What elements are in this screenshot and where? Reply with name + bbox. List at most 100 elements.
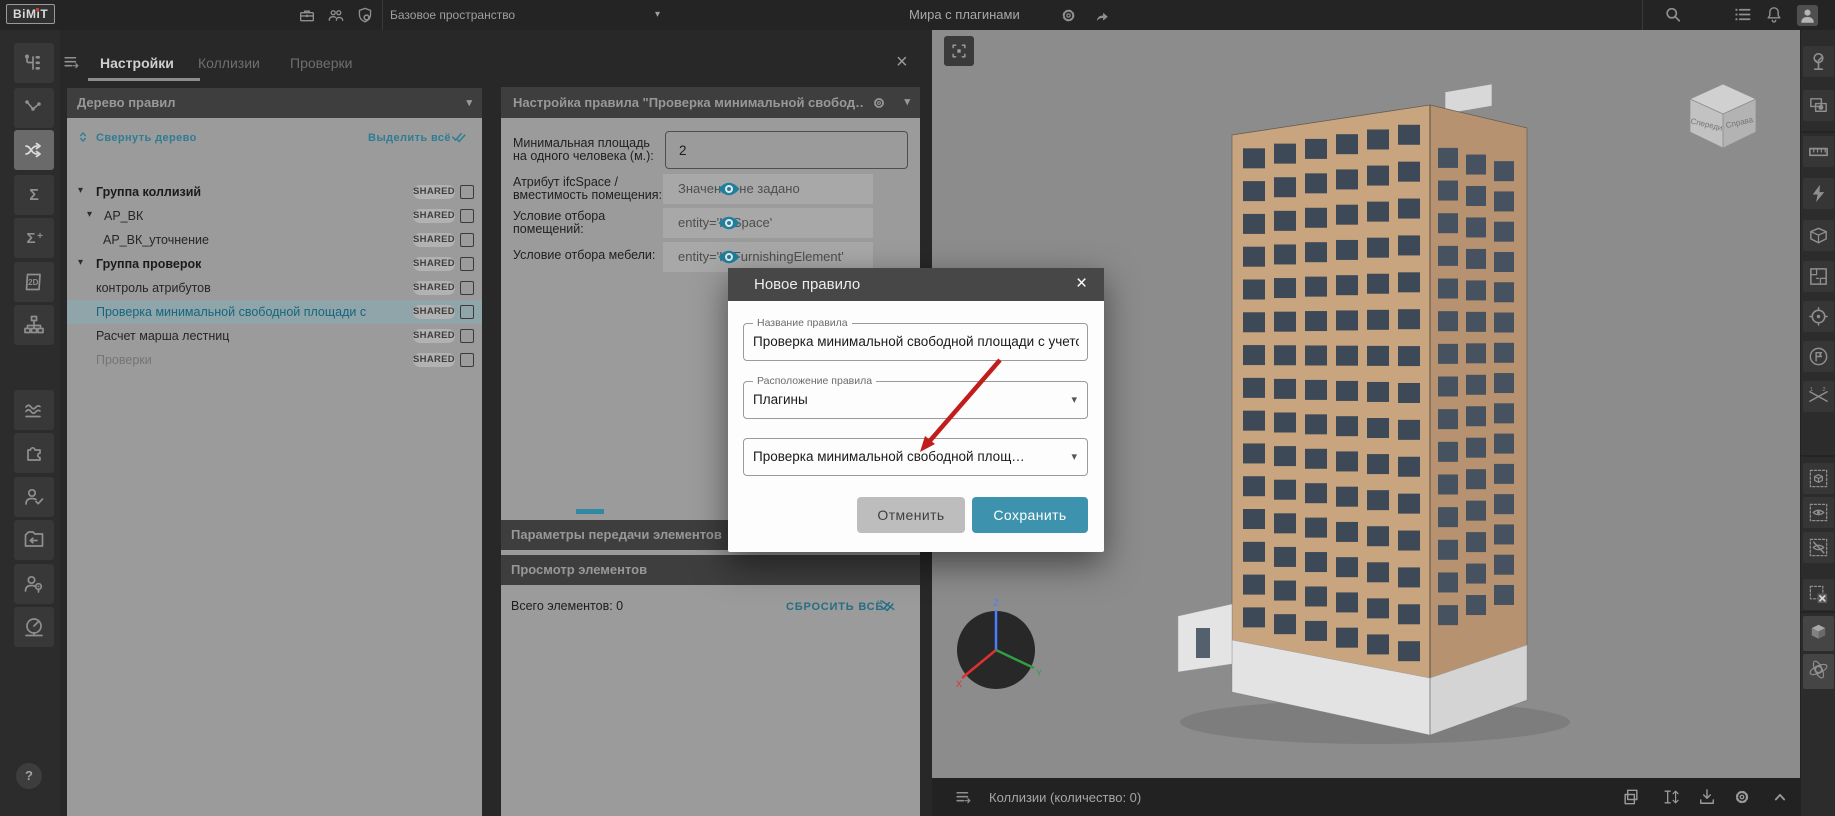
rule-location-select[interactable]: Расположение правила Плагины ▾ (743, 381, 1088, 419)
toolbar-button-user-location[interactable] (14, 564, 54, 604)
toolbar-button-waves-chart[interactable] (14, 390, 54, 430)
view-tool-selection-copy[interactable] (1803, 90, 1834, 121)
dashed-cube-icon[interactable] (1807, 467, 1830, 490)
view-tool-target[interactable] (1803, 301, 1834, 332)
toolbar-button-user-check[interactable] (14, 477, 54, 517)
tree-row-label[interactable]: Группа коллизий (96, 185, 201, 199)
tree-row-label[interactable]: АР_ВК (104, 209, 143, 223)
view-tool-section-cube[interactable] (1803, 220, 1834, 251)
expand-caret-icon[interactable]: ▾ (78, 185, 83, 196)
reset-all-link[interactable]: СБРОСИТЬ ВСЁ (786, 601, 884, 613)
eye-icon[interactable] (717, 214, 741, 232)
toolbar-button-2d-view[interactable]: 2D (14, 262, 54, 302)
dashed-clear-icon[interactable] (1807, 583, 1830, 606)
row-checkbox[interactable] (460, 185, 474, 199)
view-tool-axes[interactable]: 12 (1803, 381, 1834, 412)
view-tool-dashed-eye-off[interactable] (1803, 532, 1834, 563)
rule-settings-header[interactable]: Настройка правила "Проверка минимальной … (501, 87, 920, 118)
tree-row[interactable]: ▾Группа проверокSHARED (67, 252, 482, 276)
view-tool-ruler[interactable] (1803, 136, 1834, 167)
shuffle-icon[interactable] (22, 138, 46, 162)
shield-gear-icon[interactable] (355, 6, 375, 25)
toolbar-button-sigma-plus[interactable]: Σ+ (14, 218, 54, 258)
user-location-icon[interactable] (22, 572, 46, 596)
view-tool-flash[interactable] (1803, 178, 1834, 209)
workspace-selector[interactable]: Базовое пространство (390, 0, 515, 30)
view-tool-dashed-eye[interactable] (1803, 497, 1834, 528)
rule-name-value[interactable]: Проверка минимальной свободной площади с… (753, 324, 1079, 360)
dashed-eye-off-icon[interactable] (1807, 536, 1830, 559)
copy-icon[interactable] (1621, 787, 1641, 807)
nature-icon[interactable] (1807, 50, 1830, 73)
tree-row-label[interactable]: Расчет марша лестниц (96, 329, 229, 343)
space-filter-value[interactable]: entity='IfcSpace' (663, 208, 873, 238)
rules-tree-header[interactable]: Дерево правил ▾ (67, 88, 482, 118)
panel-menu-icon[interactable] (62, 53, 81, 72)
tree-row[interactable]: ▾АР_ВКSHARED (67, 204, 482, 228)
view-elements-header[interactable]: Просмотр элементов (501, 555, 920, 585)
flag-icon[interactable] (1807, 345, 1830, 368)
tree-row-label[interactable]: АР_ВК_уточнение (103, 233, 209, 247)
row-checkbox[interactable] (460, 305, 474, 319)
tab-collisions[interactable]: Коллизии (198, 55, 260, 71)
toolbar-button-select-node[interactable] (14, 88, 54, 128)
user-check-icon[interactable] (22, 485, 46, 509)
view-tool-flag[interactable] (1803, 341, 1834, 372)
search-icon[interactable] (1663, 4, 1683, 25)
collisions-menu-icon[interactable] (954, 788, 973, 807)
orbit-icon[interactable] (1807, 658, 1830, 681)
rule-name-field[interactable]: Название правила Проверка минимальной св… (743, 323, 1088, 361)
toolbar-button-folder-import[interactable] (14, 520, 54, 560)
view-tool-dashed-clear[interactable] (1803, 579, 1834, 610)
tree-row[interactable]: контроль атрибутовSHARED (67, 276, 482, 300)
expand-caret-icon[interactable]: ▾ (78, 257, 83, 268)
viewport-capture-button[interactable] (944, 36, 974, 66)
plugins-puzzle-icon[interactable] (22, 441, 46, 465)
rule-settings-caret-icon[interactable]: ▾ (904, 87, 910, 117)
row-checkbox[interactable] (460, 281, 474, 295)
tree-row-label[interactable]: Проверки (96, 353, 152, 367)
axes-icon[interactable]: 12 (1807, 385, 1830, 408)
folder-import-icon[interactable] (22, 528, 46, 552)
selection-copy-icon[interactable] (1807, 94, 1830, 117)
share-icon[interactable] (1092, 6, 1111, 25)
tree-row-label[interactable]: Группа проверок (96, 257, 201, 271)
row-checkbox[interactable] (460, 233, 474, 247)
gear-icon[interactable] (1732, 787, 1752, 807)
view-tool-nature[interactable] (1803, 46, 1834, 77)
sigma-icon[interactable]: Σ (22, 183, 46, 207)
collapse-tree-icon[interactable] (76, 130, 90, 144)
row-checkbox[interactable] (460, 209, 474, 223)
ifcspace-attr-value[interactable]: Значение не задано (663, 174, 873, 204)
text-height-icon[interactable] (1661, 787, 1681, 807)
toolbar-button-plugins-puzzle[interactable] (14, 433, 54, 473)
flash-icon[interactable] (1807, 182, 1830, 205)
select-node-icon[interactable] (22, 96, 46, 120)
expand-caret-icon[interactable]: ▾ (87, 209, 92, 220)
double-check-icon[interactable] (451, 128, 468, 145)
tree-row[interactable]: ▾Группа коллизийSHARED (67, 180, 482, 204)
cube-icon[interactable] (1807, 620, 1830, 643)
rule-settings-gear-icon[interactable] (871, 95, 887, 111)
chevron-down-icon[interactable]: ▾ (1071, 382, 1077, 418)
axes-gizmo[interactable]: Z X Y (950, 598, 1042, 694)
dashed-eye-icon[interactable] (1807, 501, 1830, 524)
org-chart-icon[interactable] (22, 313, 46, 337)
toolbar-button-org-chart[interactable] (14, 305, 54, 345)
toolbar-button-gauge[interactable] (14, 607, 54, 647)
model-tree-icon[interactable] (22, 51, 46, 75)
reset-checks-icon[interactable] (879, 597, 896, 614)
tree-row[interactable]: Расчет марша лестницSHARED (67, 324, 482, 348)
ruler-icon[interactable] (1807, 140, 1830, 163)
eye-icon[interactable] (717, 180, 741, 198)
dialog-close-icon[interactable]: × (1076, 273, 1087, 295)
account-icon[interactable] (1796, 4, 1819, 27)
tree-row-label[interactable]: Проверка минимальной свободной площади с… (96, 305, 366, 319)
chevron-up-icon[interactable] (1770, 787, 1790, 807)
collapse-tree-link[interactable]: Свернуть дерево (96, 132, 197, 144)
2d-view-icon[interactable]: 2D (22, 270, 46, 294)
rule-type-select[interactable]: Проверка минимальной свободной площ… ▾ (743, 438, 1088, 476)
row-checkbox[interactable] (460, 257, 474, 271)
tree-row-label[interactable]: контроль атрибутов (96, 281, 211, 295)
workspace-caret-icon[interactable]: ▾ (655, 0, 660, 30)
